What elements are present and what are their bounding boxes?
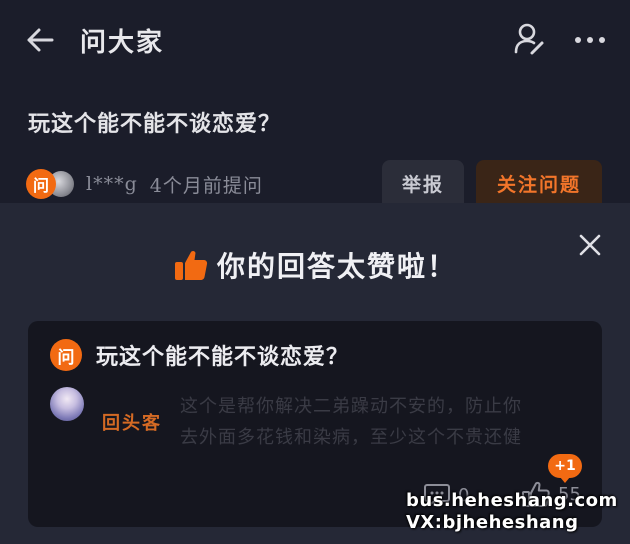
sheet-title: 你的回答太赞啦！	[216, 250, 457, 283]
question-title: 玩这个能不能不谈恋爱？	[28, 111, 282, 137]
report-button[interactable]: 举报	[382, 160, 464, 206]
asked-time: 4个月前提问	[149, 174, 263, 197]
watermark: bus.heheshang.com VX:bjheheshang	[406, 490, 626, 534]
more-button[interactable]	[570, 22, 610, 58]
user-edit-icon	[514, 23, 544, 55]
user-edit-button[interactable]	[510, 20, 548, 58]
thumbs-up-icon	[173, 247, 209, 283]
answer-excerpt: 这个是帮你解决二弟躁动不安的，防止你 去外面多花钱和染病，至少这个不贵还健	[180, 396, 522, 448]
arrow-left-icon	[27, 28, 54, 52]
card-question-row: 问 玩这个能不能不谈恋爱？	[50, 339, 349, 371]
page-title: 问大家	[80, 28, 165, 58]
watermark-line-2: VX:bjheheshang	[406, 512, 579, 533]
back-button[interactable]	[22, 22, 58, 58]
asker-name[interactable]: l***g	[86, 173, 138, 195]
sheet-header: 你的回答太赞啦！	[0, 245, 630, 285]
answer-author-avatar[interactable]	[50, 387, 84, 421]
card-question-badge: 问	[50, 339, 82, 371]
card-question-title: 玩这个能不能不谈恋爱？	[96, 344, 350, 370]
plus-one-badge: +1	[548, 454, 582, 483]
asker-row: 问 l***g 4个月前提问	[26, 166, 263, 202]
more-dots-icon	[575, 37, 605, 43]
top-bar: 问大家	[0, 0, 630, 80]
follow-question-button[interactable]: 关注问题	[476, 160, 602, 206]
answer-author-name[interactable]: 回头客	[102, 409, 162, 435]
watermark-line-1: bus.heheshang.com	[406, 490, 618, 511]
question-badge: 问	[26, 169, 56, 199]
